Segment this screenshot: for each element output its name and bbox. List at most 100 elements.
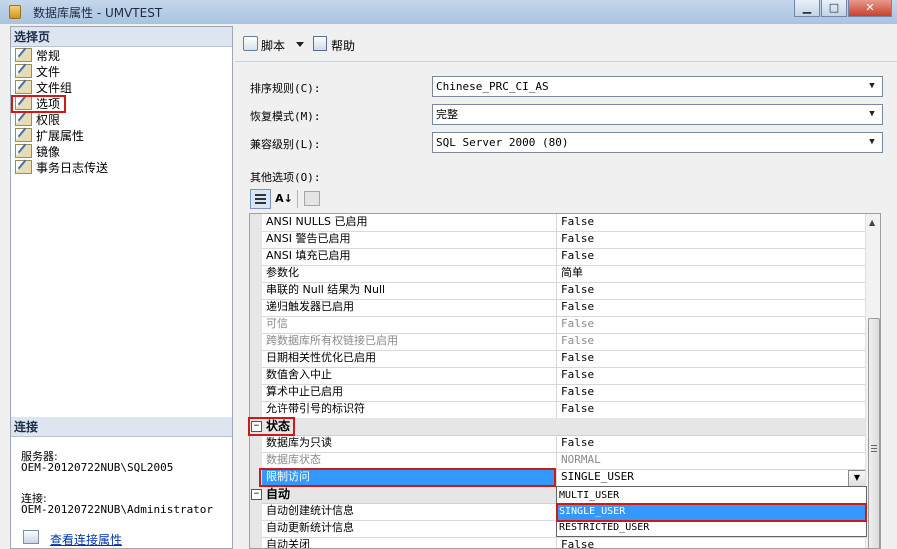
property-row[interactable]: 递归触发器已启用 False <box>250 299 867 317</box>
compat-select[interactable]: SQL Server 2000 (80) ▼ <box>432 132 883 153</box>
page-item-1[interactable]: 文件 <box>15 64 60 80</box>
page-item-5[interactable]: 扩展属性 <box>15 128 84 144</box>
row-gutter <box>250 452 262 469</box>
property-name: ANSI 填充已启用 <box>266 249 351 262</box>
property-value[interactable]: False <box>561 333 594 350</box>
recovery-select[interactable]: 完整 ▼ <box>432 104 883 125</box>
property-row[interactable]: 串联的 Null 结果为 Null False <box>250 282 867 300</box>
alphabetical-sort-icon[interactable]: A↓ <box>274 189 294 209</box>
scroll-thumb[interactable] <box>868 318 880 548</box>
property-name: ANSI 警告已启用 <box>266 232 351 245</box>
state-highlight-box <box>248 417 295 436</box>
restrict-access-highlight-box <box>259 468 556 487</box>
property-row[interactable]: 参数化 简单 <box>250 265 867 283</box>
dropdown-option[interactable]: MULTI_USER <box>557 488 866 504</box>
connection-properties-icon <box>23 530 39 544</box>
page-item-label: 权限 <box>36 113 61 127</box>
dropdown-option[interactable]: RESTRICTED_USER <box>557 520 866 536</box>
property-name: ANSI NULLS 已启用 <box>266 215 368 228</box>
page-item-4[interactable]: 权限 <box>15 112 60 128</box>
script-icon <box>243 36 258 51</box>
property-name: 数值舍入中止 <box>266 368 332 381</box>
column-separator <box>556 214 557 231</box>
property-value[interactable]: 简单 <box>561 265 583 282</box>
column-separator <box>556 537 557 548</box>
page-icon <box>15 160 32 174</box>
property-value[interactable]: False <box>561 350 594 367</box>
restrict-access-dropdown-icon[interactable]: ▼ <box>848 470 866 487</box>
property-name: 自动创建统计信息 <box>266 504 354 517</box>
row-gutter <box>250 384 262 401</box>
property-row[interactable]: 可信 False <box>250 316 867 334</box>
property-row[interactable]: 算术中止已启用 False <box>250 384 867 402</box>
column-separator <box>556 333 557 350</box>
page-icon <box>15 128 32 142</box>
column-separator <box>556 401 557 418</box>
chevron-down-icon[interactable]: ▼ <box>865 78 879 95</box>
property-pages-icon <box>304 191 320 206</box>
column-separator <box>556 316 557 333</box>
column-separator <box>556 384 557 401</box>
property-value[interactable]: False <box>561 214 594 231</box>
property-value[interactable]: NORMAL <box>561 452 601 469</box>
property-row[interactable]: 允许带引号的标识符 False <box>250 401 867 419</box>
grid-scrollbar[interactable]: ▲ <box>865 214 880 548</box>
property-row[interactable]: 数据库为只读 False <box>250 435 867 453</box>
script-dropdown-arrow-icon[interactable] <box>296 42 304 47</box>
single-user-highlight-box <box>556 503 867 522</box>
property-value[interactable]: False <box>561 401 594 418</box>
property-row[interactable]: 自动关闭 False <box>250 537 867 548</box>
script-button[interactable]: 脚本 <box>261 37 285 54</box>
restrict-access-value[interactable]: SINGLE_USER <box>561 469 634 486</box>
maximize-button[interactable]: □ <box>821 0 847 17</box>
property-value[interactable]: False <box>561 367 594 384</box>
collation-select[interactable]: Chinese_PRC_CI_AS ▼ <box>432 76 883 97</box>
row-gutter <box>250 367 262 384</box>
page-item-6[interactable]: 镜像 <box>15 144 60 160</box>
page-icon <box>15 48 32 62</box>
property-value[interactable]: False <box>561 282 594 299</box>
property-value[interactable]: False <box>561 384 594 401</box>
property-value[interactable]: False <box>561 537 594 548</box>
row-gutter <box>250 401 262 418</box>
property-name: 算术中止已启用 <box>266 385 343 398</box>
page-item-label: 扩展属性 <box>36 129 85 143</box>
property-row[interactable]: ANSI NULLS 已启用 False <box>250 214 867 232</box>
close-button[interactable]: ✕ <box>848 0 892 17</box>
chevron-down-icon[interactable]: ▼ <box>865 106 879 123</box>
property-value[interactable]: False <box>561 248 594 265</box>
property-row[interactable]: 数值舍入中止 False <box>250 367 867 385</box>
property-value[interactable]: False <box>561 231 594 248</box>
property-row[interactable]: ANSI 填充已启用 False <box>250 248 867 266</box>
row-gutter <box>250 537 262 548</box>
row-gutter <box>250 265 262 282</box>
categorized-view-icon[interactable] <box>250 189 271 209</box>
collation-label: 排序规则(C): <box>250 82 321 95</box>
page-item-0[interactable]: 常规 <box>15 48 60 64</box>
connection-value: OEM-20120722NUB\Administrator <box>21 503 214 516</box>
column-separator <box>556 282 557 299</box>
scroll-up-icon[interactable]: ▲ <box>869 218 875 227</box>
property-name: 递归触发器已启用 <box>266 300 354 313</box>
minimize-button[interactable]: ▁ <box>794 0 820 17</box>
page-item-7[interactable]: 事务日志传送 <box>15 160 108 176</box>
view-connection-properties-link[interactable]: 查看连接属性 <box>50 531 122 548</box>
property-row[interactable]: ANSI 警告已启用 False <box>250 231 867 249</box>
select-page-header: 选择页 <box>11 27 232 47</box>
column-separator <box>556 435 557 452</box>
category-state[interactable]: − 状态 <box>250 418 867 436</box>
category-title: 自动 <box>266 487 291 501</box>
property-row[interactable]: 跨数据库所有权链接已启用 False <box>250 333 867 351</box>
help-button[interactable]: 帮助 <box>331 37 355 54</box>
property-value[interactable]: False <box>561 299 594 316</box>
property-name: 可信 <box>266 317 288 330</box>
page-item-2[interactable]: 文件组 <box>15 80 72 96</box>
row-gutter <box>250 350 262 367</box>
toolbar-divider <box>297 190 298 208</box>
property-value[interactable]: False <box>561 435 594 452</box>
chevron-down-icon[interactable]: ▼ <box>865 134 879 151</box>
property-row[interactable]: 日期相关性优化已启用 False <box>250 350 867 368</box>
other-options-label: 其他选项(O): <box>250 171 321 184</box>
property-value[interactable]: False <box>561 316 594 333</box>
collapse-icon[interactable]: − <box>251 489 262 500</box>
